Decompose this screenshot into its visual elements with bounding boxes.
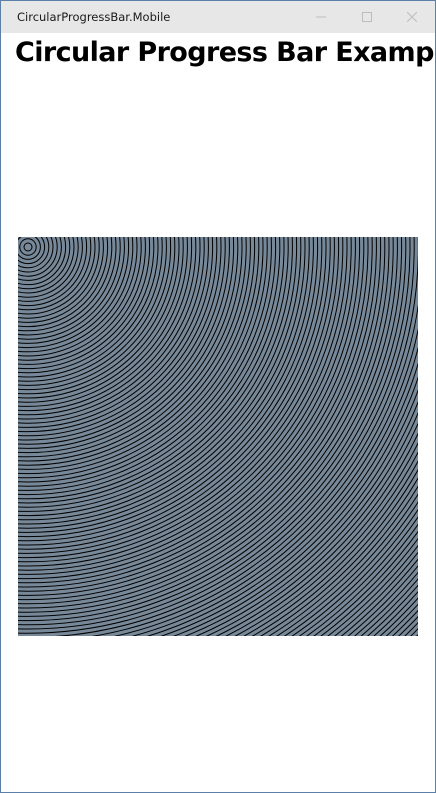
window-title: CircularProgressBar.Mobile [17, 10, 171, 24]
minimize-icon [316, 12, 326, 22]
app-window: CircularProgressBar.Mobile Circular Prog… [0, 0, 436, 793]
close-icon [407, 12, 417, 22]
circular-progress-bar [18, 237, 418, 636]
title-bar[interactable]: CircularProgressBar.Mobile [1, 1, 435, 33]
close-button[interactable] [389, 1, 435, 33]
minimize-button[interactable] [298, 1, 344, 33]
maximize-icon [362, 12, 372, 22]
progress-rings [18, 237, 418, 636]
maximize-button[interactable] [344, 1, 390, 33]
page-title: Circular Progress Bar Example [15, 37, 436, 68]
